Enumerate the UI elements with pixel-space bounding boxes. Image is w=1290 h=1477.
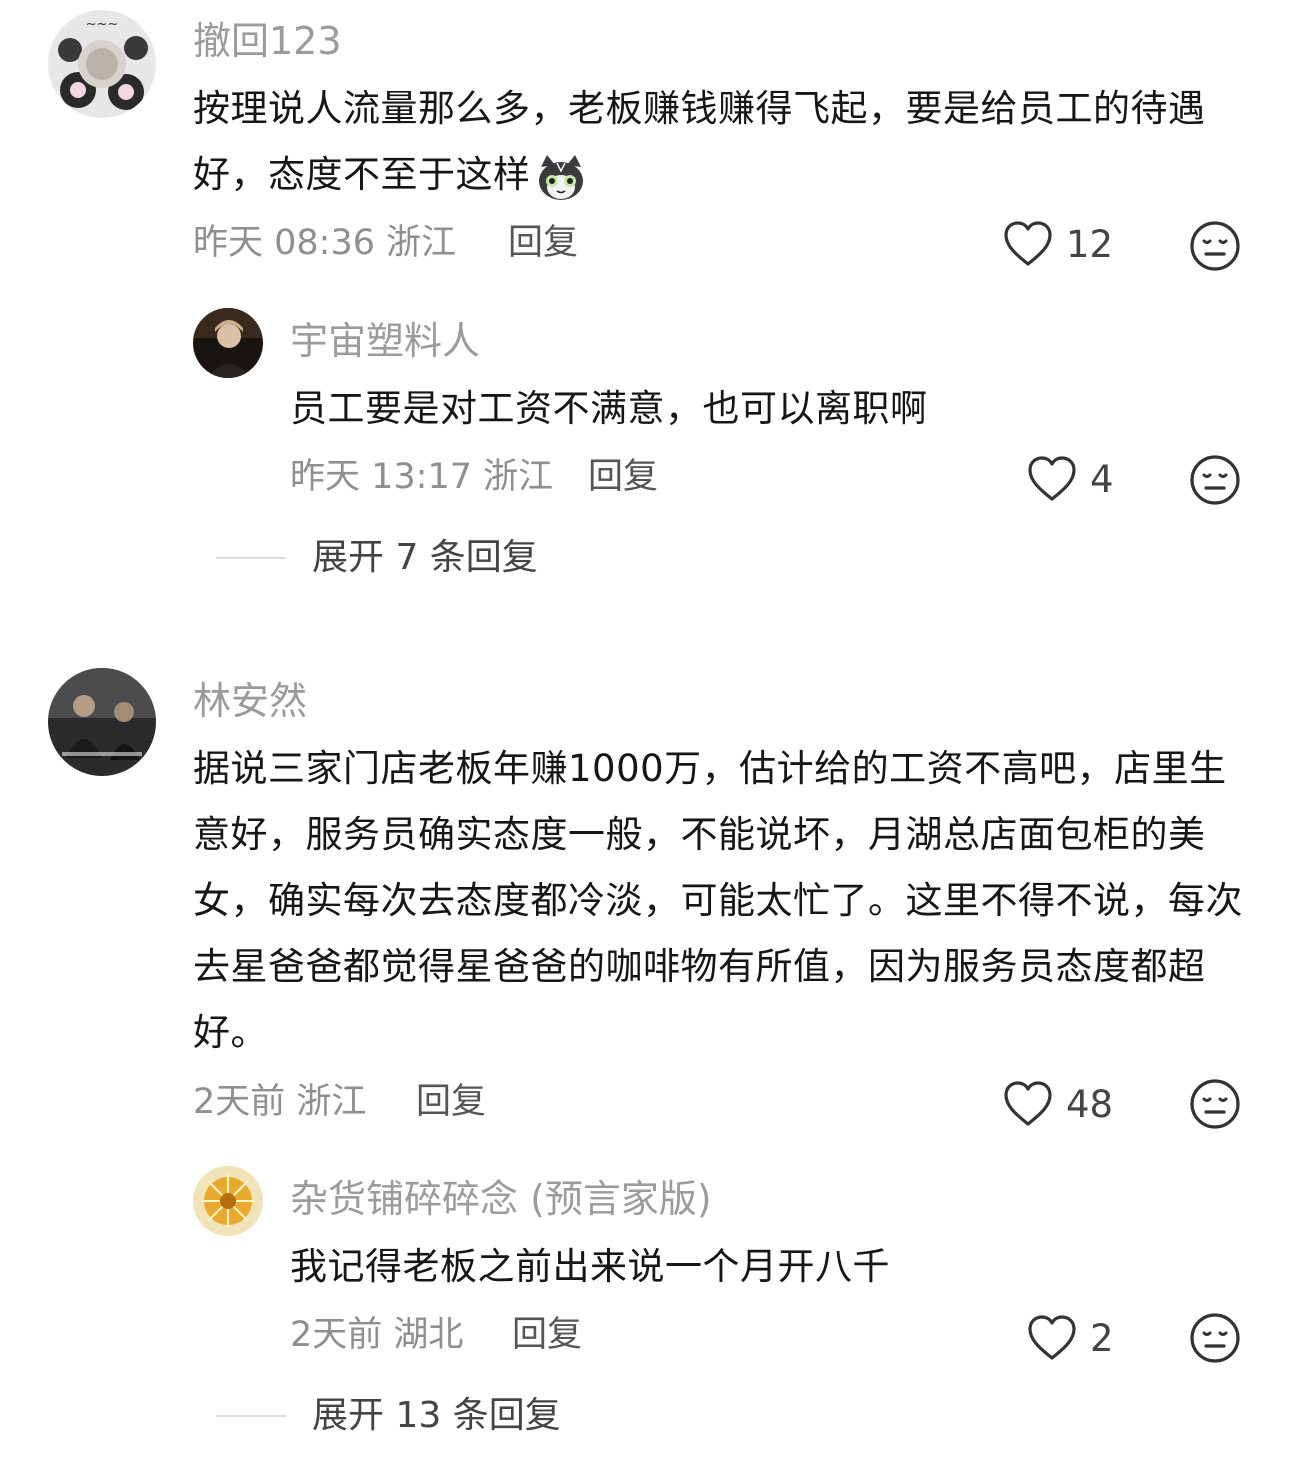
comment-text: 我记得老板之前出来说一个月开八千 (290, 1245, 890, 1288)
like-count: 48 (1066, 1082, 1114, 1126)
cat-emoji-icon (535, 151, 587, 203)
timestamp: 2天前 (193, 1082, 286, 1122)
meh-face-icon (1190, 1079, 1240, 1129)
comment-text: 按理说人流量那么多，老板赚钱赚得飞起，要是给员工的待遇好，态度不至于这样 (193, 76, 1243, 208)
expand-replies-button[interactable]: 展开 13 条回复 (216, 1398, 561, 1434)
location: 浙江 (386, 223, 457, 263)
username[interactable]: 撤回123 (193, 22, 342, 60)
heart-outline-icon (1004, 1081, 1052, 1126)
divider-line (216, 1415, 286, 1417)
reply-button[interactable]: 回复 (588, 460, 658, 495)
location: 湖北 (393, 1315, 464, 1355)
comment-body: 按理说人流量那么多，老板赚钱赚得飞起，要是给员工的待遇好，态度不至于这样 (193, 87, 1206, 196)
comment-text: 据说三家门店老板年赚1000万，估计给的工资不高吧，店里生意好，服务员确实态度一… (193, 747, 1243, 1054)
avatar[interactable]: ~~~ (48, 10, 156, 118)
dislike-button[interactable] (1189, 220, 1241, 276)
location: 浙江 (483, 457, 554, 497)
like-button[interactable]: 4 (1026, 455, 1114, 503)
comment-meta: 2天前 湖北 (290, 1318, 463, 1353)
reply-button[interactable]: 回复 (508, 226, 578, 261)
like-count: 2 (1090, 1316, 1114, 1360)
dislike-button[interactable] (1189, 454, 1241, 510)
dislike-button[interactable] (1189, 1312, 1241, 1368)
avatar[interactable] (193, 1166, 263, 1236)
username[interactable]: 杂货铺碎碎念 (预言家版) (290, 1180, 712, 1218)
meh-face-icon (1190, 221, 1240, 271)
avatar[interactable] (48, 668, 156, 776)
reply-button[interactable]: 回复 (416, 1085, 486, 1120)
timestamp: 昨天 13:17 (290, 457, 472, 497)
location: 浙江 (296, 1082, 367, 1122)
divider-line (216, 557, 286, 559)
heart-outline-icon (1028, 1315, 1076, 1360)
comment-meta: 昨天 08:36 浙江 (193, 226, 456, 261)
like-button[interactable]: 12 (1002, 220, 1113, 268)
comment-meta: 昨天 13:17 浙江 (290, 460, 553, 495)
meh-face-icon (1190, 1313, 1240, 1363)
username[interactable]: 宇宙塑料人 (290, 322, 480, 360)
username[interactable]: 林安然 (193, 682, 307, 720)
like-count: 4 (1090, 457, 1114, 501)
comment-text: 员工要是对工资不满意，也可以离职啊 (290, 387, 928, 430)
svg-text:~~~: ~~~ (86, 17, 119, 32)
heart-outline-icon (1004, 221, 1052, 266)
reply-button[interactable]: 回复 (512, 1318, 582, 1353)
expand-replies-button[interactable]: 展开 7 条回复 (216, 540, 538, 576)
timestamp: 2天前 (290, 1315, 383, 1355)
dislike-button[interactable] (1189, 1078, 1241, 1134)
timestamp: 昨天 08:36 (193, 223, 375, 263)
meh-face-icon (1190, 455, 1240, 505)
like-button[interactable]: 48 (1002, 1080, 1113, 1128)
expand-replies-label: 展开 7 条回复 (312, 537, 538, 578)
heart-outline-icon (1028, 456, 1076, 501)
like-button[interactable]: 2 (1026, 1314, 1114, 1362)
comment-meta: 2天前 浙江 (193, 1085, 366, 1120)
like-count: 12 (1066, 222, 1114, 266)
avatar[interactable] (193, 308, 263, 378)
expand-replies-label: 展开 13 条回复 (312, 1395, 561, 1436)
